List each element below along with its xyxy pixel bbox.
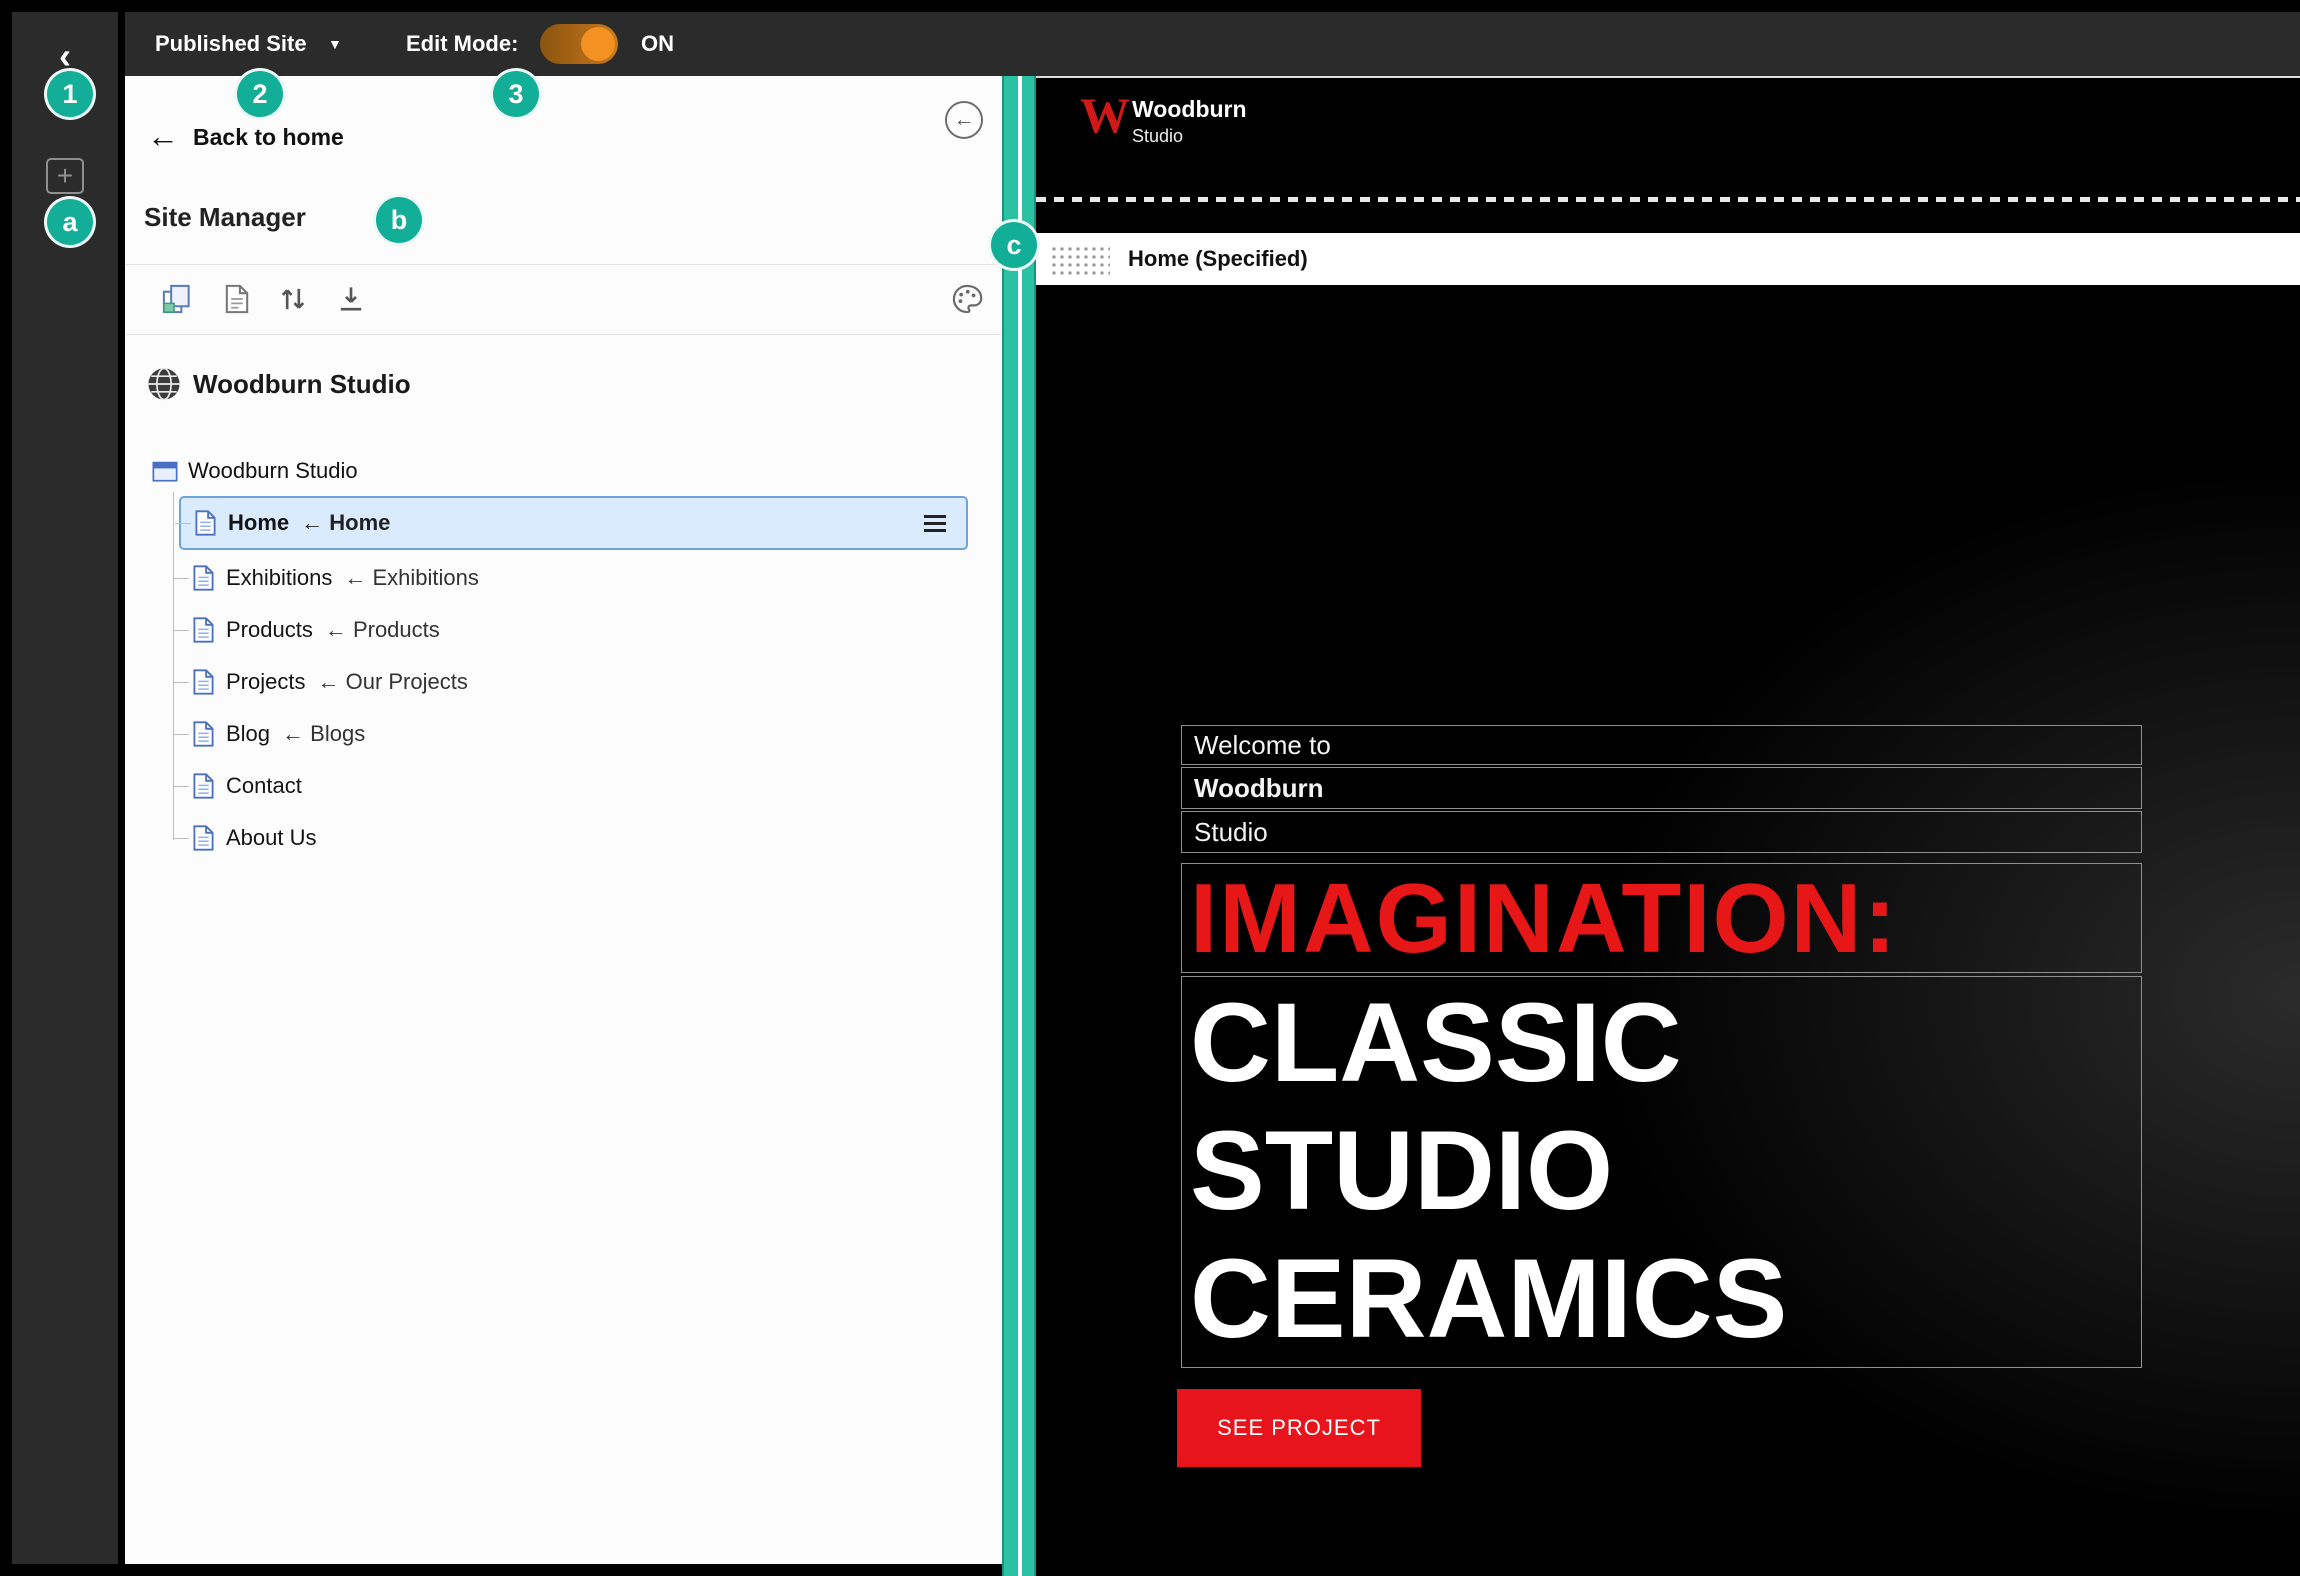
plus-icon: + [56, 160, 74, 191]
tree-row-alias: ← Exhibitions [344, 565, 479, 590]
tree-row-alias: ← Blogs [282, 721, 366, 746]
divider-line [125, 334, 1002, 335]
palette-icon[interactable] [951, 283, 983, 315]
move-arrows-icon[interactable] [277, 283, 309, 315]
preview-site-header: W Woodburn Studio [1036, 76, 2300, 195]
tree-row-name: Exhibitions [226, 565, 333, 590]
component-dashed-border [1036, 197, 2300, 202]
tree-row-name: About Us [226, 825, 317, 850]
edit-page-icon[interactable] [221, 283, 253, 315]
site-root-icon [152, 460, 178, 482]
drag-handle-icon[interactable] [1048, 243, 1110, 275]
back-arrow-icon[interactable]: ← [147, 118, 179, 155]
site-title-row: Woodburn Studio [147, 364, 411, 404]
collapse-arrow-icon: ← [953, 108, 975, 131]
site-manager-panel: ← Back to home ← Site Manager Woodburn S… [125, 76, 1002, 1564]
edit-mode-state: ON [641, 31, 674, 56]
tree-row-name: Home [228, 510, 290, 535]
edit-mode-toggle[interactable] [540, 24, 618, 64]
brand-name: Woodburn [1132, 96, 1247, 122]
panel-resize-handle[interactable] [1002, 76, 1036, 1576]
import-icon[interactable] [335, 283, 367, 315]
annotation-badge-1: 1 [44, 68, 96, 120]
menu-icon[interactable] [924, 515, 946, 532]
page-icon [193, 669, 214, 695]
hero-text-welcome[interactable]: Welcome to [1181, 725, 2142, 765]
tree-root-row[interactable]: Woodburn Studio [152, 451, 358, 491]
globe-icon [147, 367, 181, 401]
top-bar: Published Site ▼ Edit Mode: ON [125, 12, 2300, 76]
site-title: Woodburn Studio [193, 368, 411, 399]
tree-row-home[interactable]: Home ← Home [175, 496, 968, 550]
brand-subtitle: Studio [1132, 126, 1184, 146]
tree-row-projects[interactable]: Projects ← Our Projects [173, 656, 968, 708]
published-site-dropdown[interactable]: Published Site [155, 12, 307, 76]
panel-title: Site Manager [144, 202, 306, 232]
tree-connector [173, 492, 174, 840]
tree-row-alias: ← Our Projects [317, 669, 468, 694]
add-page-icon[interactable] [161, 283, 193, 315]
edit-mode-label: Edit Mode: [406, 31, 519, 56]
chevron-down-icon[interactable]: ▼ [328, 12, 342, 76]
toggle-knob-icon [581, 27, 615, 61]
hero-headline-red[interactable]: IMAGINATION: [1181, 863, 2142, 973]
annotation-badge-c: c [988, 219, 1040, 271]
page-component-label: Home (Specified) [1128, 246, 1308, 271]
see-project-button[interactable]: SEE PROJECT [1177, 1389, 1421, 1467]
brand-logo-icon: W [1080, 87, 1130, 143]
back-to-home-link[interactable]: Back to home [193, 124, 344, 151]
page-icon [193, 721, 214, 747]
tree-row-name: Blog [226, 721, 271, 746]
page-icon [193, 617, 214, 643]
tree-row-alias: ← Products [324, 617, 440, 642]
tree-row-exhibitions[interactable]: Exhibitions ← Exhibitions [173, 552, 968, 604]
tree-row-name: Contact [226, 773, 302, 798]
hero-text-studio[interactable]: Studio [1181, 811, 2142, 853]
annotation-badge-3: 3 [490, 68, 542, 120]
tree-row-contact[interactable]: Contact [173, 760, 968, 812]
tree-row-products[interactable]: Products ← Products [173, 604, 968, 656]
tree-row-about-us[interactable]: About Us [173, 812, 968, 864]
tree-row-name: Projects [226, 669, 306, 694]
hero-text-woodburn[interactable]: Woodburn [1181, 767, 2142, 809]
annotation-badge-a: a [44, 196, 96, 248]
page-component-bar: Home (Specified) [1036, 233, 2300, 285]
add-app-button[interactable]: + [46, 158, 84, 194]
annotation-badge-2: 2 [234, 68, 286, 120]
annotation-badge-b: b [373, 194, 425, 246]
divider-line [125, 264, 1002, 265]
tree-row-alias: ← Home [301, 510, 391, 535]
page-icon [195, 510, 216, 536]
page-icon [193, 773, 214, 799]
tree-root-label: Woodburn Studio [188, 458, 358, 483]
page-icon [193, 565, 214, 591]
tree-row-blog[interactable]: Blog ← Blogs [173, 708, 968, 760]
collapse-panel-button[interactable]: ← [945, 101, 983, 139]
page-icon [193, 825, 214, 851]
tree-row-name: Products [226, 617, 313, 642]
page-preview: W Woodburn Studio Home (Specified) Welco… [1036, 76, 2300, 1576]
hero-headline-main[interactable]: CLASSIC STUDIO CERAMICS [1181, 976, 2142, 1368]
